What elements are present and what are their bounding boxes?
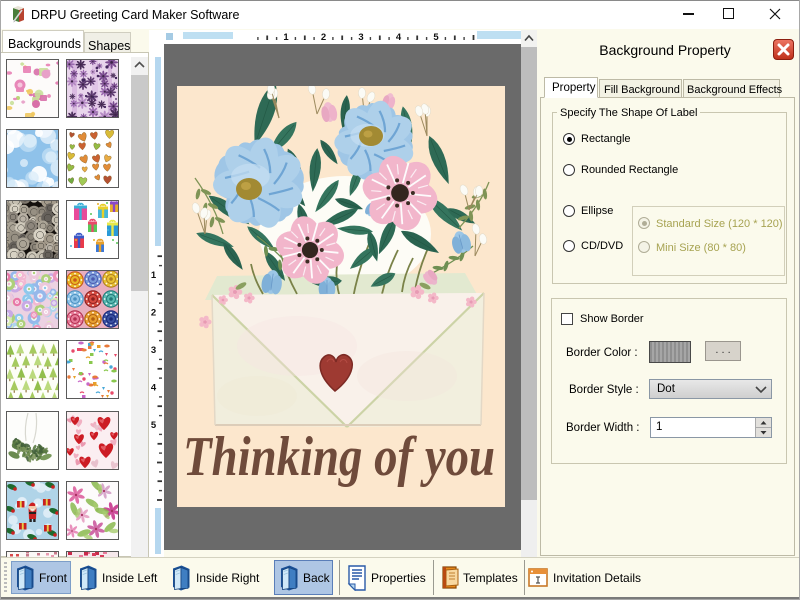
svg-text:2: 2 xyxy=(151,308,156,319)
svg-text:4: 4 xyxy=(151,383,157,394)
svg-text:5: 5 xyxy=(151,420,157,431)
svg-text:4: 4 xyxy=(396,32,402,43)
svg-text:3: 3 xyxy=(151,345,156,356)
svg-text:Thinking of you: Thinking of you xyxy=(183,426,495,488)
svg-text:1: 1 xyxy=(283,32,289,43)
svg-text:3: 3 xyxy=(358,32,363,43)
svg-text:5: 5 xyxy=(433,32,439,43)
svg-text:1: 1 xyxy=(151,270,157,281)
svg-text:2: 2 xyxy=(321,32,326,43)
